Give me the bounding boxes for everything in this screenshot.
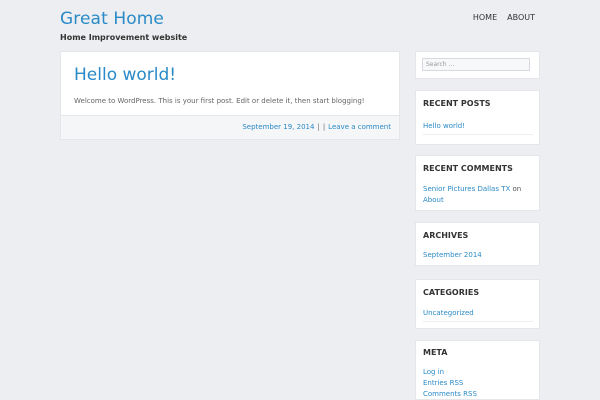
meta-item: Comments RSS	[423, 389, 477, 400]
archive-link[interactable]: September 2014	[423, 251, 482, 259]
category-link[interactable]: Uncategorized	[423, 309, 474, 317]
recent-posts-title: RECENT POSTS	[423, 99, 491, 108]
comment-post-link[interactable]: About	[423, 196, 444, 204]
category-item: Uncategorized	[423, 308, 533, 322]
recent-post-item: Hello world!	[423, 121, 533, 135]
comments-rss-link[interactable]: Comments RSS	[423, 390, 477, 398]
post-meta: September 19, 2014 | | Leave a comment	[242, 123, 391, 131]
meta-separator: |	[317, 123, 320, 131]
nav-about[interactable]: ABOUT	[507, 13, 535, 22]
archive-item: September 2014	[423, 250, 482, 261]
recent-post-link[interactable]: Hello world!	[423, 122, 465, 130]
entries-rss-link[interactable]: Entries RSS	[423, 379, 463, 387]
categories-title: CATEGORIES	[423, 288, 480, 297]
archives-list: September 2014	[423, 250, 482, 261]
search-input[interactable]: Search ...	[422, 58, 530, 71]
meta-separator-2: |	[322, 123, 326, 131]
comment-author-link[interactable]: Senior Pictures Dallas TX	[423, 185, 510, 193]
recent-posts-list: Hello world!	[423, 121, 533, 135]
search-widget: Search ...	[415, 51, 540, 79]
meta-item: Log in	[423, 367, 477, 378]
recent-comment-item: Senior Pictures Dallas TX on About	[423, 184, 535, 206]
post-date-link[interactable]: September 19, 2014	[242, 123, 314, 131]
recent-comments-widget: RECENT COMMENTS Senior Pictures Dallas T…	[415, 155, 540, 211]
archives-widget: ARCHIVES September 2014	[415, 222, 540, 266]
recent-comments-title: RECENT COMMENTS	[423, 164, 513, 173]
nav-home[interactable]: HOME	[473, 13, 497, 22]
main-nav: HOME ABOUT	[473, 13, 535, 22]
categories-widget: CATEGORIES Uncategorized	[415, 279, 540, 329]
post-title[interactable]: Hello world!	[74, 65, 176, 85]
meta-list: Log in Entries RSS Comments RSS	[423, 367, 477, 400]
site-title[interactable]: Great Home	[60, 9, 164, 29]
meta-widget: META Log in Entries RSS Comments RSS	[415, 340, 540, 400]
archives-title: ARCHIVES	[423, 231, 469, 240]
recent-posts-widget: RECENT POSTS Hello world!	[415, 90, 540, 145]
post-card: Hello world! Welcome to WordPress. This …	[60, 51, 400, 140]
login-link[interactable]: Log in	[423, 368, 444, 376]
comment-on-text: on	[512, 185, 522, 193]
meta-title: META	[423, 348, 448, 357]
site-description: Home Improvement website	[60, 33, 188, 42]
post-footer: September 19, 2014 | | Leave a comment	[61, 115, 399, 139]
site-header: Great Home Home Improvement website HOME…	[0, 0, 600, 50]
categories-list: Uncategorized	[423, 308, 533, 322]
meta-item: Entries RSS	[423, 378, 477, 389]
leave-comment-link[interactable]: Leave a comment	[328, 123, 391, 131]
post-content: Welcome to WordPress. This is your first…	[74, 97, 365, 105]
